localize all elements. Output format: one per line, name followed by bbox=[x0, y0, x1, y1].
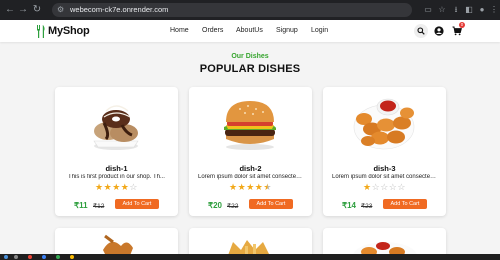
address-url: webecom-ck7e.onrender.com bbox=[70, 5, 169, 14]
search-icon[interactable] bbox=[414, 24, 428, 38]
reload-icon[interactable]: ↻ bbox=[32, 4, 42, 16]
section-title: POPULAR DISHES bbox=[199, 63, 301, 75]
product-description: Lorem ipsum dolor sit amet consectetu... bbox=[198, 174, 303, 180]
product-description: Lorem ipsum dolor sit amet consectetu... bbox=[332, 174, 437, 180]
star-empty-icon: ☆ bbox=[371, 182, 381, 192]
product-price: ₹14 bbox=[342, 201, 356, 210]
product-description: This is first product in our shop. Th... bbox=[68, 174, 165, 180]
product-price: ₹11 bbox=[74, 201, 88, 210]
sidepanel-icon[interactable]: ◧ bbox=[463, 4, 475, 16]
address-bar[interactable]: ⚙ webecom-ck7e.onrender.com bbox=[52, 3, 412, 17]
product-name: dish-3 bbox=[373, 164, 396, 173]
nav-home[interactable]: Home bbox=[170, 25, 189, 37]
fork-knife-icon bbox=[37, 24, 45, 38]
add-to-cart-button[interactable]: Add To Cart bbox=[249, 199, 293, 209]
product-mrp: ₹22 bbox=[227, 203, 239, 210]
product-name: dish-2 bbox=[239, 164, 262, 173]
product-mrp: ₹23 bbox=[361, 203, 373, 210]
dish-image bbox=[93, 105, 139, 150]
nav-orders[interactable]: Orders bbox=[202, 25, 223, 37]
cart-count-badge: 0 bbox=[459, 22, 465, 28]
product-card[interactable]: dish-3 Lorem ipsum dolor sit amet consec… bbox=[323, 87, 446, 216]
product-price: ₹20 bbox=[208, 201, 222, 210]
menu-kebab-icon[interactable]: ⋮ bbox=[488, 4, 500, 16]
nav-signup[interactable]: Signup bbox=[276, 25, 298, 37]
forward-icon[interactable]: → bbox=[18, 4, 28, 16]
add-to-cart-button[interactable]: Add To Cart bbox=[115, 199, 159, 209]
nav-login[interactable]: Login bbox=[311, 25, 328, 37]
site-logo[interactable]: MyShop bbox=[36, 23, 90, 39]
star-empty-icon: ☆ bbox=[129, 182, 138, 192]
dish-image bbox=[353, 98, 415, 150]
site-info-icon[interactable]: ⚙ bbox=[57, 5, 64, 15]
product-card[interactable]: dish-1 This is first product in our shop… bbox=[55, 87, 178, 216]
user-account-icon[interactable] bbox=[432, 24, 446, 38]
dish-image bbox=[224, 101, 276, 150]
star-half-icon: ★ bbox=[263, 182, 272, 192]
back-icon[interactable]: ← bbox=[5, 4, 15, 16]
star-empty-icon: ☆ bbox=[397, 182, 406, 192]
download-icon[interactable]: ⭳ bbox=[450, 4, 462, 16]
app-icon[interactable] bbox=[70, 255, 74, 259]
star-filled-icon: ★ bbox=[363, 182, 372, 192]
star-filled-icon: ★ bbox=[95, 182, 104, 192]
rating-stars: ★★★★☆ bbox=[55, 182, 178, 192]
app-icon[interactable] bbox=[42, 255, 46, 259]
star-filled-icon: ★ bbox=[246, 182, 255, 192]
cast-icon[interactable]: ▭ bbox=[422, 4, 434, 16]
product-name: dish-1 bbox=[105, 164, 128, 173]
app-icon[interactable] bbox=[56, 255, 60, 259]
logo-text: MyShop bbox=[48, 25, 90, 37]
star-filled-icon: ★ bbox=[237, 182, 247, 192]
browser-toolbar: ← → ↻ ⚙ webecom-ck7e.onrender.com ▭ ☆ ⭳ … bbox=[0, 0, 500, 20]
nav-aboutus[interactable]: AboutUs bbox=[236, 25, 263, 37]
chrome-app-icon[interactable] bbox=[28, 255, 32, 259]
search-icon[interactable] bbox=[14, 255, 18, 259]
add-to-cart-button[interactable]: Add To Cart bbox=[383, 199, 427, 209]
windows-start-icon[interactable] bbox=[4, 255, 8, 259]
star-filled-icon: ★ bbox=[229, 182, 238, 192]
rating-stars: ★☆☆☆☆ bbox=[323, 182, 446, 192]
rating-stars: ★★★★★ bbox=[189, 182, 312, 192]
site-header: MyShop Home Orders AboutUs Signup Login … bbox=[0, 20, 500, 42]
star-filled-icon: ★ bbox=[112, 182, 121, 192]
product-card[interactable]: dish-2 Lorem ipsum dolor sit amet consec… bbox=[189, 87, 312, 216]
section-subtitle: Our Dishes bbox=[231, 53, 269, 60]
star-empty-icon: ☆ bbox=[380, 182, 389, 192]
bookmark-star-icon[interactable]: ☆ bbox=[436, 4, 448, 16]
product-mrp: ₹12 bbox=[93, 203, 105, 210]
profile-icon[interactable]: ● bbox=[476, 4, 488, 16]
os-taskbar bbox=[0, 254, 500, 260]
star-filled-icon: ★ bbox=[103, 182, 113, 192]
